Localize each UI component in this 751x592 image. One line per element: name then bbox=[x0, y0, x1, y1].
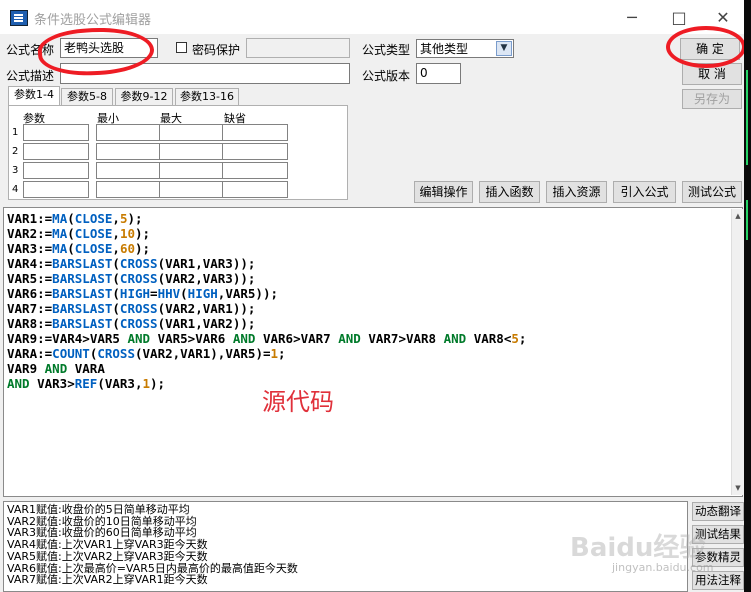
formula-type-select[interactable]: 其他类型 ▼ bbox=[416, 39, 514, 58]
scroll-down-icon[interactable]: ▼ bbox=[732, 481, 744, 495]
scroll-up-icon[interactable]: ▲ bbox=[732, 209, 744, 223]
editor-scrollbar[interactable]: ▲ ▼ bbox=[731, 209, 744, 495]
code-editor[interactable]: VAR1:=MA(CLOSE,5); VAR2:=MA(CLOSE,10); VAR… bbox=[3, 207, 744, 497]
tab-params-13-16[interactable]: 参数13-16 bbox=[175, 88, 239, 106]
source-code-annotation: 源代码 bbox=[262, 388, 334, 416]
code-text[interactable]: VAR1:=MA(CLOSE,5); VAR2:=MA(CLOSE,10); VAR… bbox=[7, 211, 526, 391]
code-line: VAR5:=BARSLAST(CROSS(VAR2,VAR3)); bbox=[7, 271, 256, 286]
minimize-button[interactable]: ─ bbox=[617, 6, 647, 30]
edit-operations-button[interactable]: 编辑操作 bbox=[414, 181, 473, 203]
param-name-cell[interactable] bbox=[23, 143, 89, 160]
param-min-cell[interactable] bbox=[96, 143, 162, 160]
param-min-cell[interactable] bbox=[96, 162, 162, 179]
chevron-down-icon[interactable]: ▼ bbox=[496, 41, 512, 56]
param-min-cell[interactable] bbox=[96, 124, 162, 141]
code-line: VAR3:=MA(CLOSE,60); bbox=[7, 241, 151, 256]
description-line: VAR1赋值:收盘价的5日简单移动平均 bbox=[7, 503, 190, 516]
param-default-cell[interactable] bbox=[222, 143, 288, 160]
insert-resource-button[interactable]: 插入资源 bbox=[546, 181, 607, 203]
background-window-edge bbox=[744, 0, 751, 592]
param-default-cell[interactable] bbox=[222, 162, 288, 179]
formula-type-value: 其他类型 bbox=[420, 42, 469, 56]
watermark-logo: Baidu经验 bbox=[570, 533, 706, 563]
tab-params-1-4[interactable]: 参数1-4 bbox=[8, 86, 60, 106]
formula-type-label: 公式类型 bbox=[362, 43, 411, 57]
password-input bbox=[246, 38, 350, 58]
dynamic-translate-button[interactable]: 动态翻译 bbox=[692, 502, 744, 521]
description-lines: VAR1赋值:收盘价的5日简单移动平均 VAR2赋值:收盘价的10日简单移动平均 V… bbox=[7, 504, 298, 586]
formula-editor-window: 条件选股公式编辑器 ─ □ ✕ 公式名称 老鸭头选股 密码保护 公式类型 其他类… bbox=[0, 0, 751, 592]
param-name-cell[interactable] bbox=[23, 162, 89, 179]
param-max-cell[interactable] bbox=[159, 162, 225, 179]
code-line: VAR8:=BARSLAST(CROSS(VAR1,VAR2)); bbox=[7, 316, 256, 331]
highlight-circle bbox=[666, 26, 746, 68]
param-max-cell[interactable] bbox=[159, 181, 225, 198]
param-default-cell[interactable] bbox=[222, 181, 288, 198]
app-icon bbox=[10, 10, 28, 26]
formula-desc-label: 公式描述 bbox=[6, 69, 55, 83]
param-name-cell[interactable] bbox=[23, 181, 89, 198]
import-formula-button[interactable]: 引入公式 bbox=[613, 181, 676, 203]
param-name-cell[interactable] bbox=[23, 124, 89, 141]
description-line: VAR7赋值:上次VAR2上穿VAR1距今天数 bbox=[7, 573, 208, 587]
formula-version-input[interactable]: 0 bbox=[416, 63, 461, 84]
code-line: VAR2:=MA(CLOSE,10); bbox=[7, 226, 151, 241]
insert-function-button[interactable]: 插入函数 bbox=[479, 181, 540, 203]
maximize-button[interactable]: □ bbox=[664, 6, 694, 30]
code-line: VAR6:=BARSLAST(HIGH=HHV(HIGH,VAR5)); bbox=[7, 286, 278, 301]
tab-params-9-12[interactable]: 参数9-12 bbox=[115, 88, 173, 106]
test-formula-button[interactable]: 测试公式 bbox=[682, 181, 742, 203]
save-as-button: 另存为 bbox=[682, 89, 742, 109]
window-title: 条件选股公式编辑器 bbox=[34, 13, 152, 28]
param-max-cell[interactable] bbox=[159, 143, 225, 160]
code-line: VAR7:=BARSLAST(CROSS(VAR2,VAR1)); bbox=[7, 301, 256, 316]
formula-version-label: 公式版本 bbox=[362, 69, 411, 83]
code-line: VAR9 AND VARA bbox=[7, 361, 105, 376]
watermark-url: jingyan.baidu.com bbox=[612, 561, 714, 574]
param-min-cell[interactable] bbox=[96, 181, 162, 198]
param-row-number: 3 bbox=[12, 165, 19, 176]
description-line: VAR5赋值:上次VAR2上穿VAR3距今天数 bbox=[7, 549, 208, 563]
param-max-cell[interactable] bbox=[159, 124, 225, 141]
code-line: VAR9:=VAR4>VAR5 AND VAR5>VAR6 AND VAR6>V… bbox=[7, 331, 527, 346]
param-row-number: 4 bbox=[12, 184, 19, 195]
param-row-number: 1 bbox=[12, 127, 19, 138]
code-line: VAR1:=MA(CLOSE,5); bbox=[7, 211, 143, 226]
tab-params-5-8[interactable]: 参数5-8 bbox=[61, 88, 113, 106]
param-default-cell[interactable] bbox=[222, 124, 288, 141]
param-row-number: 2 bbox=[12, 146, 19, 157]
password-checkbox[interactable] bbox=[176, 42, 187, 53]
password-label: 密码保护 bbox=[192, 43, 241, 57]
code-line: VAR4:=BARSLAST(CROSS(VAR1,VAR3)); bbox=[7, 256, 256, 271]
code-line: VARA:=COUNT(CROSS(VAR2,VAR1),VAR5)=1; bbox=[7, 346, 286, 361]
param-table: 参数 最小 最大 缺省 1 2 3 4 bbox=[8, 105, 348, 200]
